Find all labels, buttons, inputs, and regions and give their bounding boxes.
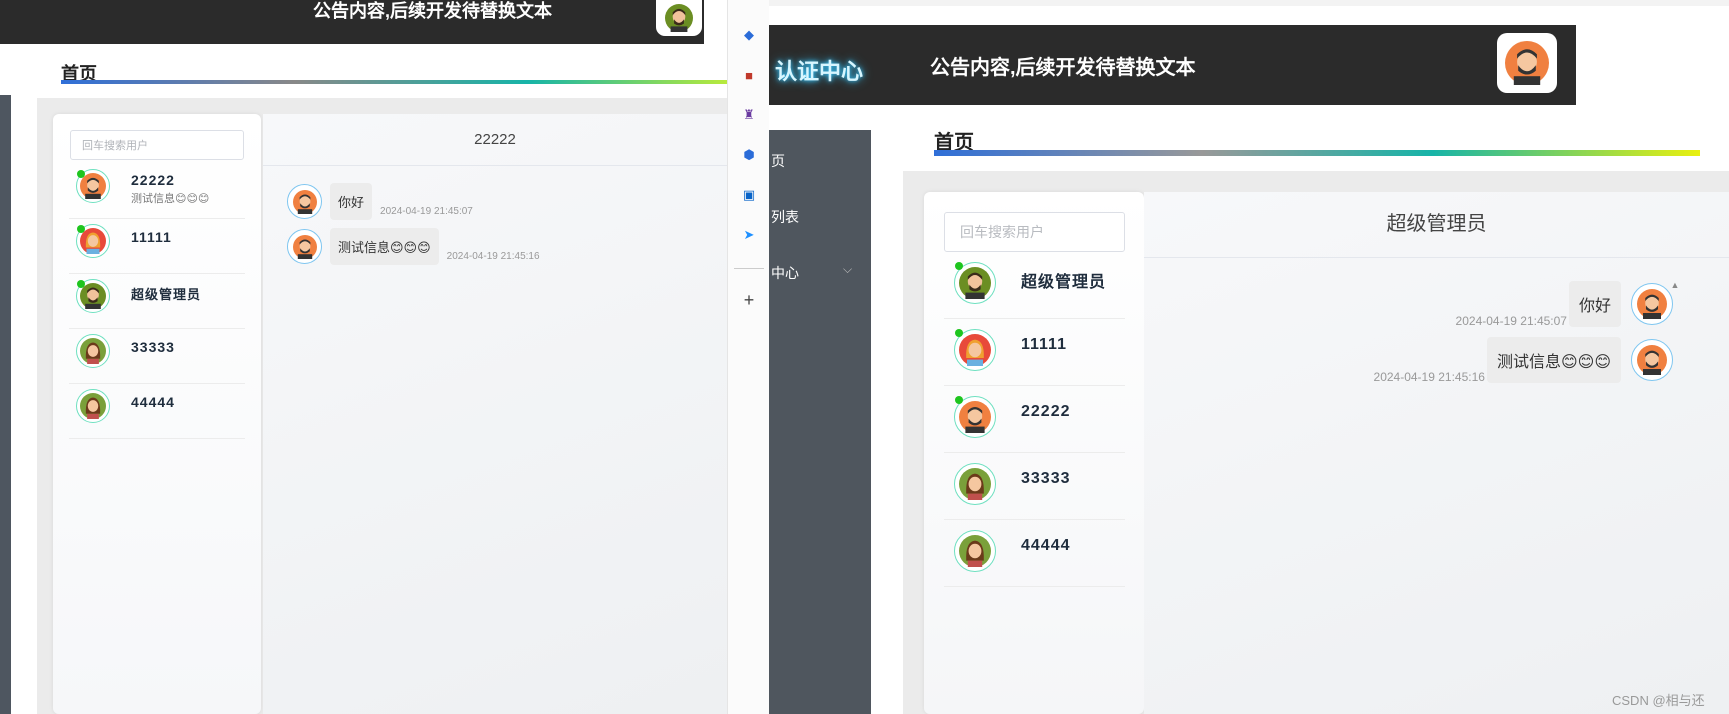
message-time: 2024-04-19 21:45:16	[1373, 370, 1485, 384]
user-list-item[interactable]: 44444	[944, 520, 1125, 587]
avatar	[1631, 339, 1673, 381]
user-list-item[interactable]: 超级管理员	[69, 274, 245, 329]
user-name: 22222	[131, 172, 175, 188]
message-time: 2024-04-19 21:45:07	[1455, 314, 1567, 328]
chat-message: 你好 2024-04-19 21:45:07	[1456, 280, 1673, 328]
add-icon[interactable]: +	[739, 290, 759, 310]
chat-title: 22222	[263, 114, 727, 166]
woman-brown-icon	[959, 468, 991, 500]
left-window: 公告内容,后续开发待替换文本 首页 回车搜索用户 22222 测试信息😊😊😊 1…	[0, 0, 727, 714]
user-avatar-button[interactable]	[1497, 33, 1557, 93]
notice-text: 公告内容,后续开发待替换文本	[313, 1, 552, 21]
gradient-divider	[934, 150, 1700, 156]
woman-red-icon	[959, 334, 991, 366]
app-title: 认证中心	[775, 59, 864, 84]
chat-title: 超级管理员	[1144, 192, 1729, 258]
send-icon[interactable]: ➤	[739, 225, 759, 245]
user-name: 超级管理员	[1021, 274, 1107, 291]
user-list-item[interactable]: 44444	[69, 384, 245, 439]
user-name: 22222	[1021, 403, 1071, 420]
avatar	[287, 229, 322, 264]
message-bubble: 你好	[1568, 281, 1621, 327]
chat-message: 测试信息😊😊😊 2024-04-19 21:45:16	[1374, 336, 1673, 384]
message-time: 2024-04-19 21:45:16	[446, 251, 540, 262]
divider	[734, 268, 764, 269]
message-bubble: 测试信息😊😊😊	[330, 228, 439, 265]
search-input[interactable]: 回车搜索用户	[70, 130, 244, 160]
avatar	[287, 184, 322, 219]
man-beard-icon	[292, 189, 317, 214]
user-name: 33333	[1021, 470, 1071, 487]
sidebar-menu: 页 列表 中心 ⌵	[769, 130, 871, 714]
message-bubble: 你好	[330, 183, 373, 220]
user-list-item[interactable]: 22222	[944, 386, 1125, 453]
man-beard-icon	[80, 173, 106, 199]
user-list-item[interactable]: 11111	[69, 219, 245, 274]
man-beard-icon	[1637, 289, 1667, 319]
notice-banner: 公告内容,后续开发待替换文本	[0, 0, 704, 44]
man-green-icon	[80, 283, 106, 309]
user-name: 33333	[131, 339, 175, 355]
man-beard-icon	[959, 401, 991, 433]
right-window: 认证中心 公告内容,后续开发待替换文本 页 列表 中心 ⌵ 首页 回车搜索用户 …	[769, 0, 1729, 714]
menu-item-home[interactable]: 页	[771, 151, 785, 171]
man-green-icon	[959, 267, 991, 299]
chat-message: 你好 2024-04-19 21:45:07	[287, 183, 473, 220]
chat-message: 测试信息😊😊😊 2024-04-19 21:45:16	[287, 228, 540, 265]
woman-brown-icon	[80, 338, 106, 364]
message-bubble: 测试信息😊😊😊	[1486, 337, 1621, 383]
last-message: 测试信息😊😊😊	[131, 193, 210, 205]
user-name: 11111	[1021, 336, 1067, 353]
user-list-item[interactable]: 33333	[944, 453, 1125, 520]
notice-text: 公告内容,后续开发待替换文本	[930, 57, 1196, 79]
search-input[interactable]: 回车搜索用户	[944, 212, 1125, 252]
man-beard-icon	[1637, 345, 1667, 375]
user-list-item[interactable]: 22222 测试信息😊😊😊	[69, 164, 245, 219]
copilot-icon[interactable]: ⬢	[739, 145, 759, 165]
watermark: CSDN @相与还	[1612, 693, 1705, 708]
woman-brown-icon	[959, 535, 991, 567]
user-list-item[interactable]: 11111	[944, 319, 1125, 386]
message-time: 2024-04-19 21:45:07	[380, 206, 473, 217]
avatar	[1631, 283, 1673, 325]
chat-panel	[1144, 192, 1729, 714]
chess-icon[interactable]: ♜	[739, 105, 759, 125]
man-beard-icon	[1505, 41, 1549, 85]
user-name: 11111	[131, 229, 172, 245]
chevron-down-icon[interactable]: ⌵	[843, 262, 852, 277]
gradient-divider	[61, 80, 727, 84]
outlook-icon[interactable]: ▣	[739, 185, 759, 205]
woman-brown-icon	[80, 393, 106, 419]
user-name: 44444	[131, 394, 175, 410]
man-beard-icon	[292, 234, 317, 259]
menu-item-center[interactable]: 中心	[771, 263, 799, 283]
woman-red-icon	[80, 228, 106, 254]
user-avatar-button[interactable]	[656, 0, 702, 36]
browser-sidebar: ◆ ■ ♜ ⬢ ▣ ➤ +	[727, 0, 771, 714]
man-green-icon	[665, 4, 693, 32]
toolbox-icon[interactable]: ■	[739, 65, 759, 85]
sidebar-menu	[0, 95, 11, 714]
browser-bookmarks-bar	[769, 0, 1729, 6]
user-list-item[interactable]: 33333	[69, 329, 245, 384]
user-list-item[interactable]: 超级管理员	[944, 252, 1125, 319]
tag-icon[interactable]: ◆	[739, 25, 759, 45]
user-name: 44444	[1021, 537, 1071, 554]
user-name: 超级管理员	[131, 287, 202, 302]
menu-item-list[interactable]: 列表	[771, 207, 799, 227]
